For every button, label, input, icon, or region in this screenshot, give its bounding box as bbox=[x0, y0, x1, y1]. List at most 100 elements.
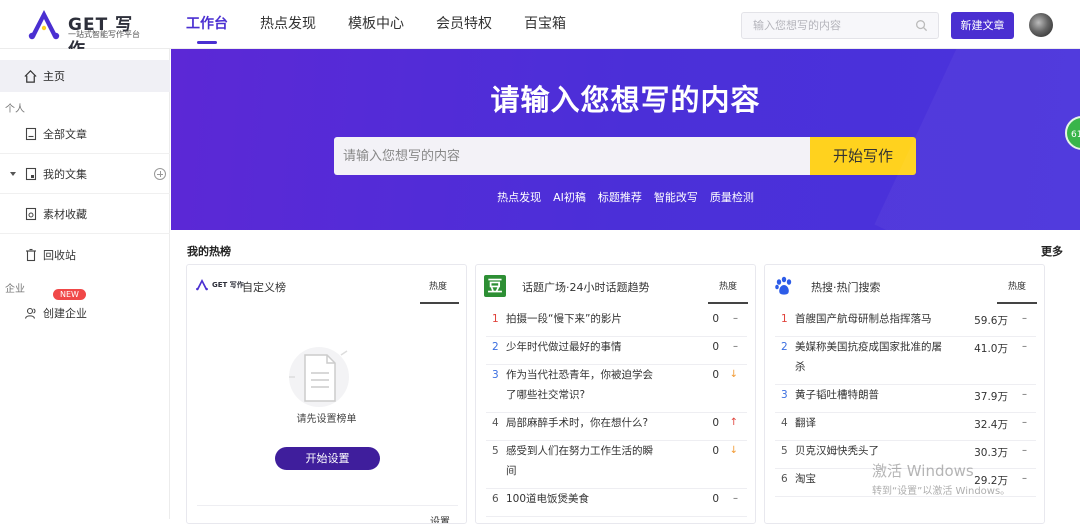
logo-mark-icon bbox=[28, 10, 60, 40]
item-title: 黄子韬吐槽特朗普 bbox=[795, 389, 879, 401]
main-nav: 工作台 热点发现 模板中心 会员特权 百宝箱 bbox=[186, 0, 598, 49]
os-watermark-title: 激活 Windows bbox=[872, 462, 974, 480]
sidebar-item-label: 全部文章 bbox=[43, 127, 87, 141]
top-search-input[interactable] bbox=[742, 13, 902, 38]
heat-value: 41.0万 bbox=[974, 343, 1008, 355]
app-logo[interactable]: GET 写作 一站式智能写作平台 bbox=[26, 8, 146, 60]
card-name: 话题广场·24小时话题趋势 bbox=[522, 281, 650, 294]
divider bbox=[197, 505, 458, 506]
item-title: 感受到人们在努力工作生活的瞬 bbox=[506, 445, 653, 457]
nav-hot-discovery[interactable]: 热点发现 bbox=[260, 0, 316, 49]
nav-toolbox[interactable]: 百宝箱 bbox=[524, 0, 566, 49]
rank-number: 6 bbox=[492, 493, 499, 505]
hero-quick-links: 热点发现 AI初稿 标题推荐 智能改写 质量检测 bbox=[171, 189, 1080, 205]
card-header: 热搜·热门搜索 热度 bbox=[765, 265, 1044, 305]
trend-icon: ↓ bbox=[729, 445, 738, 456]
top-bar: GET 写作 一站式智能写作平台 工作台 热点发现 模板中心 会员特权 百宝箱 … bbox=[0, 0, 1080, 60]
custom-list-card: GET 写作 自定义榜 热度 请先设置榜单 开始设置 设置 bbox=[186, 264, 467, 524]
quick-link-title-recommend[interactable]: 标题推荐 bbox=[598, 189, 642, 205]
nav-template-center[interactable]: 模板中心 bbox=[348, 0, 404, 49]
heat-value: 0 bbox=[712, 493, 719, 505]
item-title: 贝克汉姆快秃头了 bbox=[795, 445, 879, 457]
sidebar-item-label: 素材收藏 bbox=[43, 207, 87, 221]
list-item[interactable]: 2 少年时代做过最好的事情 0 – bbox=[476, 337, 755, 365]
sidebar-item-all-articles[interactable]: 全部文章 bbox=[0, 114, 170, 154]
sidebar-item-label: 主页 bbox=[43, 70, 65, 83]
heat-value: 59.6万 bbox=[974, 315, 1008, 327]
item-title-cont: 杀 bbox=[795, 361, 806, 373]
item-title: 美媒称美国抗疫成国家批准的屠 bbox=[795, 341, 942, 353]
card-logo-text: GET 写作 bbox=[212, 281, 244, 289]
trend-icon: – bbox=[1022, 445, 1027, 456]
tab-heat[interactable]: 热度 bbox=[429, 279, 447, 292]
sidebar-item-my-collections[interactable]: 我的文集 bbox=[0, 154, 170, 194]
trend-icon: – bbox=[1022, 417, 1027, 428]
item-title: 100道电饭煲美食 bbox=[506, 493, 590, 505]
sidebar-item-create-enterprise[interactable]: 创建企业 bbox=[0, 293, 170, 333]
item-title-cont: 了哪些社交常识? bbox=[506, 389, 586, 401]
heat-value: 0 bbox=[712, 445, 719, 457]
quick-link-smart-rewrite[interactable]: 智能改写 bbox=[654, 189, 698, 205]
hero-search-input[interactable] bbox=[334, 137, 794, 175]
list-item[interactable]: 1 拍摄一段“慢下来”的影片 0 – bbox=[476, 309, 755, 337]
rank-number: 3 bbox=[492, 369, 499, 381]
new-article-button[interactable]: 新建文章 bbox=[951, 12, 1014, 39]
hero-title: 请输入您想写的内容 bbox=[490, 83, 761, 117]
user-avatar[interactable] bbox=[1029, 13, 1053, 37]
list-item[interactable]: 1 首艘国产航母研制总指挥落马 59.6万 – bbox=[765, 309, 1044, 337]
list-item[interactable]: 4 局部麻醉手术时，你在想什么? 0 ↑ bbox=[476, 413, 755, 441]
list-item[interactable]: 5 感受到人们在努力工作生活的瞬间 0 ↓ bbox=[476, 441, 755, 489]
list-item[interactable]: 3 作为当代社恐青年，你被迫学会 了哪些社交常识? 0 ↓ bbox=[476, 365, 755, 413]
rank-number: 1 bbox=[781, 313, 788, 325]
caret-down-icon[interactable] bbox=[9, 170, 17, 178]
tab-underline bbox=[997, 302, 1037, 304]
item-title: 少年时代做过最好的事情 bbox=[506, 341, 622, 353]
item-title-cont: 间 bbox=[506, 465, 517, 477]
heat-value: 32.4万 bbox=[974, 419, 1008, 431]
sidebar-item-home[interactable]: 主页 bbox=[0, 60, 170, 92]
tab-underline bbox=[420, 302, 459, 304]
list-item[interactable]: 4 翻译 32.4万 – bbox=[765, 413, 1044, 441]
item-title: 作为当代社恐青年，你被迫学会 bbox=[506, 369, 653, 381]
rank-number: 6 bbox=[781, 473, 788, 485]
logo-subtitle: 一站式智能写作平台 bbox=[68, 30, 140, 39]
card-name: 自定义榜 bbox=[242, 281, 286, 294]
quick-link-quality-check[interactable]: 质量检测 bbox=[710, 189, 754, 205]
material-search-icon bbox=[25, 207, 37, 220]
sidebar-item-label: 创建企业 bbox=[43, 307, 87, 320]
start-setup-button[interactable]: 开始设置 bbox=[275, 447, 380, 470]
trend-icon: – bbox=[1022, 473, 1027, 484]
rank-number: 2 bbox=[781, 341, 788, 353]
tab-heat[interactable]: 热度 bbox=[1008, 279, 1026, 292]
douban-logo-text: 豆 bbox=[487, 277, 503, 295]
list-item[interactable]: 2 美媒称美国抗疫成国家批准的屠杀 41.0万 – bbox=[765, 337, 1044, 385]
notebook-icon bbox=[25, 167, 37, 180]
card-header: GET 写作 自定义榜 热度 bbox=[187, 265, 466, 305]
rank-number: 4 bbox=[781, 417, 788, 429]
quick-link-hot-discovery[interactable]: 热点发现 bbox=[497, 189, 541, 205]
rank-number: 4 bbox=[492, 417, 499, 429]
quick-link-ai-draft[interactable]: AI初稿 bbox=[553, 189, 586, 205]
heat-value: 0 bbox=[712, 313, 719, 325]
tab-heat[interactable]: 热度 bbox=[719, 279, 737, 292]
sidebar-item-materials[interactable]: 素材收藏 bbox=[0, 194, 170, 234]
rank-number: 5 bbox=[492, 445, 499, 457]
hotlist-title: 我的热榜 bbox=[187, 245, 231, 258]
document-icon bbox=[25, 127, 37, 140]
trash-icon bbox=[26, 248, 36, 262]
sidebar-item-trash[interactable]: 回收站 bbox=[0, 235, 170, 275]
sidebar: 主页 个人 全部文章 我的文集 素材收藏 回收站 企业 NEW 创建企业 bbox=[0, 49, 170, 519]
hotlist-more-link[interactable]: 更多 bbox=[1041, 243, 1063, 259]
search-icon[interactable] bbox=[915, 19, 928, 32]
nav-workbench[interactable]: 工作台 bbox=[186, 0, 228, 49]
user-group-icon bbox=[24, 307, 36, 319]
start-writing-button[interactable]: 开始写作 bbox=[810, 137, 916, 175]
rank-number: 1 bbox=[492, 313, 499, 325]
add-collection-icon[interactable] bbox=[154, 168, 166, 180]
list-item[interactable]: 6 100道电饭煲美食 0 – bbox=[476, 489, 755, 517]
list-item[interactable]: 3 黄子韬吐槽特朗普 37.9万 – bbox=[765, 385, 1044, 413]
sidebar-caption-personal: 个人 bbox=[5, 104, 25, 115]
card-name: 热搜·热门搜索 bbox=[811, 281, 881, 294]
nav-member-privileges[interactable]: 会员特权 bbox=[436, 0, 492, 49]
item-title: 首艘国产航母研制总指挥落马 bbox=[795, 313, 932, 325]
